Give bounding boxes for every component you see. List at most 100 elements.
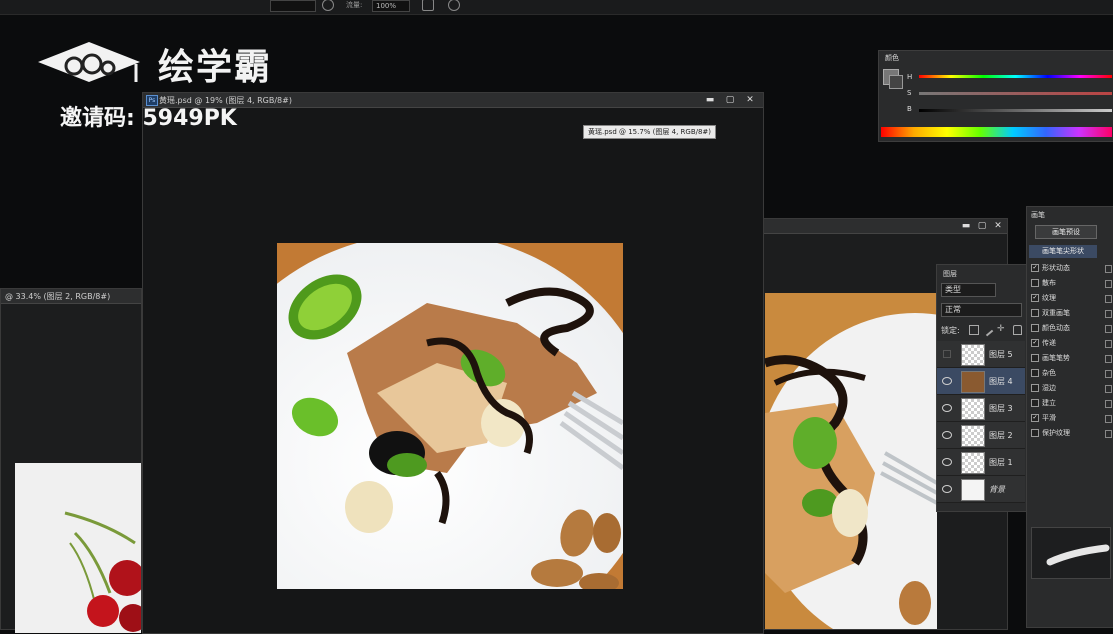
eye-icon[interactable] <box>942 485 952 493</box>
checkbox-checked[interactable]: ✓ <box>1031 414 1039 422</box>
right-minimize-button[interactable]: ▬ <box>959 221 973 231</box>
cherry-canvas[interactable] <box>15 463 141 633</box>
lock-icon[interactable] <box>1105 415 1112 423</box>
checkbox[interactable] <box>1031 309 1039 317</box>
checkbox[interactable] <box>1031 354 1039 362</box>
eye-icon[interactable] <box>942 377 952 385</box>
airbrush-icon[interactable] <box>422 0 434 11</box>
lock-label: 锁定: <box>941 326 960 335</box>
checkbox[interactable] <box>1031 384 1039 392</box>
hue-slider[interactable] <box>919 75 1112 78</box>
checkbox-checked[interactable]: ✓ <box>1031 264 1039 272</box>
lock-position-icon[interactable]: ✛ <box>997 324 1005 334</box>
layer-name: 背景 <box>989 485 1005 494</box>
brand-name: 绘学霸 <box>158 47 273 88</box>
lock-icon[interactable] <box>1105 355 1112 363</box>
lock-icon[interactable] <box>1105 265 1112 273</box>
layer-name: 图层 4 <box>989 377 1013 386</box>
saturation-label: S <box>907 89 912 97</box>
maximize-button[interactable]: ▢ <box>723 95 737 105</box>
lock-icon[interactable] <box>1105 280 1112 288</box>
lock-icon[interactable] <box>1105 310 1112 318</box>
pressure-size-icon[interactable] <box>448 0 460 11</box>
blend-mode-select[interactable]: 正常 <box>941 303 1022 317</box>
left-window-title: @ 33.4% (图层 2, RGB/8#) <box>5 292 111 301</box>
main-document-window: Ps 黄瑶.psd @ 19% (图层 4, RGB/8#) ▬ ▢ ✕ 黄瑶.… <box>142 92 764 634</box>
lock-icon[interactable] <box>1105 295 1112 303</box>
lock-icon[interactable] <box>1105 340 1112 348</box>
checkbox[interactable] <box>1031 324 1039 332</box>
background-swatch[interactable] <box>889 75 903 89</box>
brush-presets-button[interactable]: 画笔预设 <box>1035 225 1097 239</box>
layer-thumbnail <box>961 344 985 366</box>
checkbox-checked[interactable]: ✓ <box>1031 339 1039 347</box>
layer-row[interactable]: 图层 5 <box>937 341 1025 368</box>
layer-row[interactable]: 图层 1 <box>937 449 1025 476</box>
invite-code: 邀请码: 5949PK <box>60 106 237 131</box>
brush-option[interactable]: 画笔笔势 <box>1031 353 1070 363</box>
lock-icon[interactable] <box>1105 370 1112 378</box>
layer-filter-select[interactable]: 类型 <box>941 283 996 297</box>
layer-row[interactable]: 图层 3 <box>937 395 1025 422</box>
right-window-titlebar[interactable]: ▬ ▢ ✕ <box>761 219 1007 234</box>
left-window-titlebar[interactable]: @ 33.4% (图层 2, RGB/8#) <box>1 289 141 304</box>
brush-option[interactable]: ✓ 平滑 <box>1031 413 1056 423</box>
lock-icon[interactable] <box>1105 385 1112 393</box>
checkbox[interactable] <box>1031 399 1039 407</box>
layers-panel: 图层 类型 正常 锁定: ✛ 图层 5 图层 4 图层 3 图层 2 图层 1 … <box>936 264 1028 512</box>
checkbox[interactable] <box>1031 279 1039 287</box>
brush-tip-shape-item[interactable]: 画笔笔尖形状 <box>1029 245 1097 258</box>
right-maximize-button[interactable]: ▢ <box>975 221 989 231</box>
layers-panel-tab[interactable]: 图层 <box>943 269 957 279</box>
layer-name: 图层 5 <box>989 350 1013 359</box>
pressure-opacity-icon[interactable] <box>322 0 334 11</box>
brush-option[interactable]: 散布 <box>1031 278 1056 288</box>
brightness-slider[interactable] <box>919 109 1112 112</box>
checkbox-checked[interactable]: ✓ <box>1031 294 1039 302</box>
brush-option[interactable]: 颜色动态 <box>1031 323 1070 333</box>
checkbox[interactable] <box>1031 429 1039 437</box>
minimize-button[interactable]: ▬ <box>703 95 717 105</box>
layer-thumbnail <box>961 452 985 474</box>
layer-name: 图层 1 <box>989 458 1013 467</box>
layer-row-selected[interactable]: 图层 4 <box>937 368 1025 395</box>
close-button[interactable]: ✕ <box>743 95 757 105</box>
dessert-artwork <box>277 243 623 589</box>
color-panel-tab[interactable]: 颜色 <box>885 53 899 63</box>
color-ramp[interactable] <box>881 127 1112 137</box>
visibility-toggle-off[interactable] <box>943 350 951 358</box>
brush-option[interactable]: 双重画笔 <box>1031 308 1070 318</box>
brush-option[interactable]: 湿边 <box>1031 383 1056 393</box>
brush-panel-tab[interactable]: 画笔 <box>1031 210 1045 220</box>
layer-row-background[interactable]: 背景 <box>937 476 1025 503</box>
layer-thumbnail <box>961 479 985 501</box>
eye-icon[interactable] <box>942 431 952 439</box>
eye-icon[interactable] <box>942 458 952 466</box>
right-close-button[interactable]: ✕ <box>991 221 1005 231</box>
lock-pixels-icon[interactable] <box>980 323 994 337</box>
lock-all-icon[interactable] <box>1013 325 1022 335</box>
lock-icon[interactable] <box>1105 325 1112 333</box>
opacity-field[interactable] <box>270 0 316 12</box>
eye-icon[interactable] <box>942 404 952 412</box>
brush-option[interactable]: ✓ 纹理 <box>1031 293 1056 303</box>
main-canvas[interactable] <box>277 243 623 589</box>
flow-label: 流量: <box>346 1 363 9</box>
brush-option[interactable]: 杂色 <box>1031 368 1056 378</box>
cherry-artwork <box>64 511 141 632</box>
flow-field[interactable]: 100% <box>372 0 410 12</box>
brush-option[interactable]: ✓ 传递 <box>1031 338 1056 348</box>
lock-transparent-icon[interactable] <box>969 325 979 335</box>
lock-icon[interactable] <box>1105 430 1112 438</box>
right-canvas[interactable] <box>765 293 937 629</box>
brush-option[interactable]: 保护纹理 <box>1031 428 1070 438</box>
lock-icon[interactable] <box>1105 400 1112 408</box>
layer-thumbnail <box>961 398 985 420</box>
layer-row[interactable]: 图层 2 <box>937 422 1025 449</box>
brush-option[interactable]: 建立 <box>1031 398 1056 408</box>
dessert-artwork-closeup <box>765 313 937 629</box>
brush-stroke-graphic <box>1046 544 1110 566</box>
brush-option[interactable]: ✓ 形状动态 <box>1031 263 1070 273</box>
saturation-slider[interactable] <box>919 92 1112 95</box>
checkbox[interactable] <box>1031 369 1039 377</box>
